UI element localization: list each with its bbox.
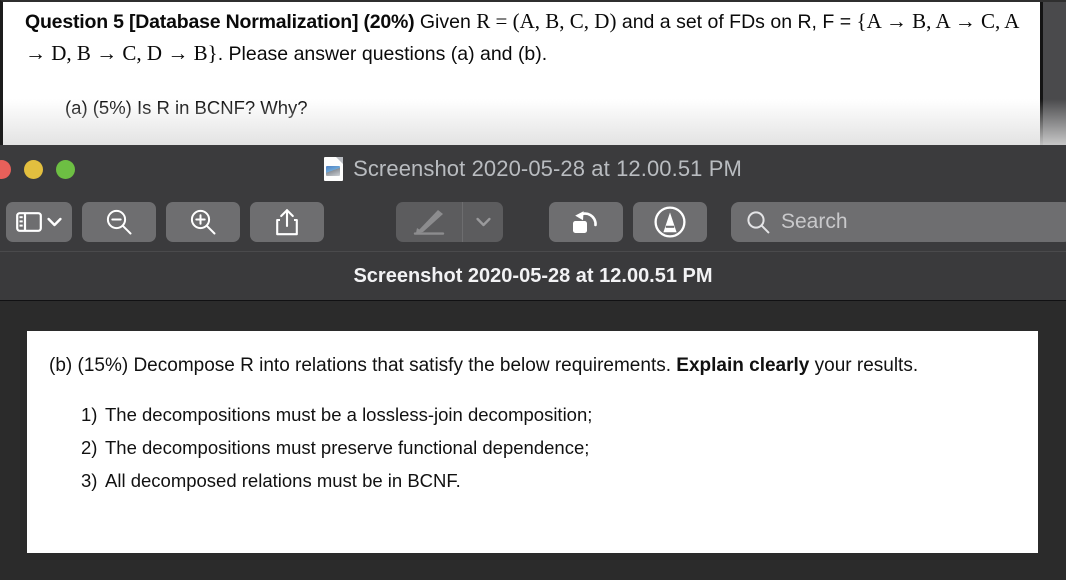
search-placeholder: Search bbox=[781, 210, 848, 233]
requirements-list: 1) The decompositions must be a lossless… bbox=[49, 398, 1016, 497]
document-subtitle: Screenshot 2020-05-28 at 12.00.51 PM bbox=[353, 264, 713, 287]
list-item-number: 1) bbox=[81, 404, 98, 425]
screenshot-root: Question 5 [Database Normalization] (20%… bbox=[0, 0, 1066, 580]
maximize-button[interactable] bbox=[56, 160, 75, 179]
screenshot-page: (b) (15%) Decompose R into relations tha… bbox=[27, 331, 1038, 553]
rotate-left-button[interactable] bbox=[549, 202, 623, 242]
question-5-block: Question 5 [Database Normalization] (20%… bbox=[25, 6, 1034, 70]
document-excerpt-top: Question 5 [Database Normalization] (20%… bbox=[0, 0, 1066, 145]
question-5-title: Question 5 [Database Normalization] (20%… bbox=[25, 11, 415, 33]
document-subtitle-bar: Screenshot 2020-05-28 at 12.00.51 PM bbox=[0, 251, 1066, 301]
document-file-icon bbox=[324, 157, 344, 181]
list-item-number: 3) bbox=[81, 470, 98, 491]
zoom-out-icon bbox=[104, 207, 134, 237]
search-icon bbox=[745, 209, 771, 235]
zoom-in-button[interactable] bbox=[166, 202, 240, 242]
list-item: 1) The decompositions must be a lossless… bbox=[49, 398, 1016, 431]
list-item-text: The decompositions must preserve functio… bbox=[105, 437, 590, 458]
traffic-light-group bbox=[0, 160, 75, 179]
list-item: 3) All decomposed relations must be in B… bbox=[49, 464, 1016, 497]
share-icon bbox=[275, 208, 299, 236]
list-item-text: All decomposed relations must be in BCNF… bbox=[105, 470, 461, 491]
annotate-button[interactable] bbox=[633, 202, 707, 242]
chevron-down-icon bbox=[475, 217, 491, 227]
zoom-in-icon bbox=[188, 207, 218, 237]
sidebar-toggle-button[interactable] bbox=[6, 202, 72, 242]
part-b-pre-text: (b) (15%) Decompose R into relations tha… bbox=[49, 355, 677, 376]
markup-options-button[interactable] bbox=[462, 202, 503, 242]
question-5-intro-3: . Please answer questions (a) and (b). bbox=[217, 43, 548, 65]
relation-definition: R = (A, B, C, D) bbox=[476, 9, 617, 33]
minimize-button[interactable] bbox=[24, 160, 43, 179]
list-item-number: 2) bbox=[81, 437, 98, 458]
list-item-text: The decompositions must be a lossless-jo… bbox=[105, 404, 593, 425]
question-5-intro-1: Given bbox=[414, 11, 477, 33]
close-button[interactable] bbox=[0, 160, 11, 179]
question-5-part-a: (a) (5%) Is R in BCNF? Why? bbox=[65, 97, 308, 118]
chevron-down-icon bbox=[47, 217, 62, 227]
document-right-margin bbox=[1040, 2, 1066, 145]
part-b-emphasis: Explain clearly bbox=[676, 355, 810, 376]
window-title: Screenshot 2020-05-28 at 12.00.51 PM bbox=[353, 156, 742, 181]
window-toolbar: Search bbox=[0, 193, 1066, 251]
markup-button[interactable] bbox=[396, 202, 462, 242]
annotate-circle-icon bbox=[653, 205, 687, 239]
search-field[interactable]: Search bbox=[731, 202, 1066, 242]
zoom-out-button[interactable] bbox=[82, 202, 156, 242]
part-b-paragraph: (b) (15%) Decompose R into relations tha… bbox=[49, 349, 1016, 382]
window-title-group: Screenshot 2020-05-28 at 12.00.51 PM bbox=[0, 145, 1066, 193]
preview-content-area: (b) (15%) Decompose R into relations tha… bbox=[0, 301, 1066, 580]
part-b-post-text: your results. bbox=[809, 355, 919, 376]
preview-window: Screenshot 2020-05-28 at 12.00.51 PM Sea… bbox=[0, 145, 1066, 580]
markup-segmented-control bbox=[396, 202, 503, 242]
rotate-left-icon bbox=[570, 207, 602, 237]
markup-pen-icon bbox=[412, 209, 446, 235]
question-5-intro-2: and a set of FDs on R, F = bbox=[616, 11, 852, 33]
window-titlebar: Screenshot 2020-05-28 at 12.00.51 PM bbox=[0, 145, 1066, 193]
share-button[interactable] bbox=[250, 202, 324, 242]
list-item: 2) The decompositions must preserve func… bbox=[49, 431, 1016, 464]
sidebar-icon bbox=[16, 212, 42, 232]
